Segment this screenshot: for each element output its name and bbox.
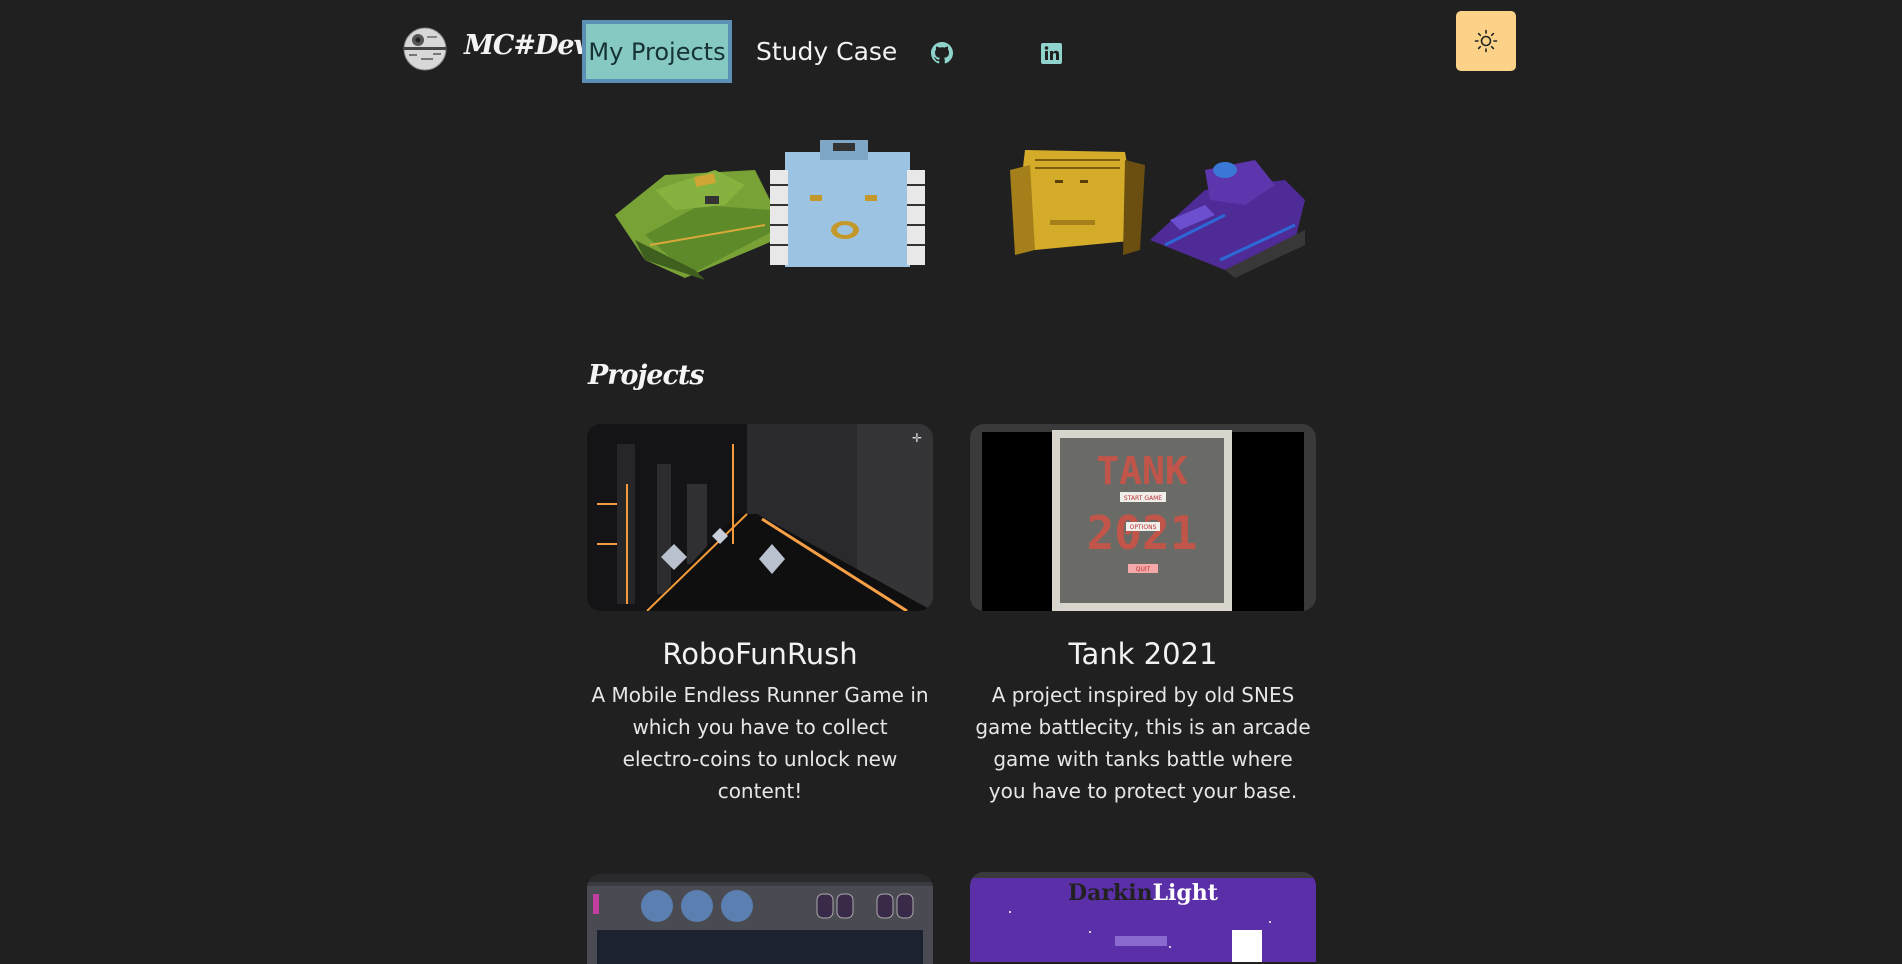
project-card-thumbnail-3[interactable] [587,874,933,964]
project-title[interactable]: RoboFunRush [587,637,933,671]
project-3-screenshot-image [587,874,933,964]
tank-year-text: 2021 [1087,506,1198,560]
theme-toggle-button[interactable] [1456,11,1516,71]
darkinlight-screenshot-image: DarkinLight [970,872,1316,962]
tank-title-text: TANK [1096,449,1188,493]
svg-text:DarkinLight: DarkinLight [1068,880,1219,906]
project-title[interactable]: Tank 2021 [970,637,1316,671]
robofunrush-screenshot-image: ✛ [587,424,933,611]
project-thumbnail[interactable]: TANK 2021 START GAME OPTIONS QUIT [970,424,1316,611]
darkin-text: Darkin [1068,880,1153,906]
green-tank-image [615,170,780,280]
purple-tank-image [1150,160,1305,278]
death-star-logo-icon[interactable] [403,27,447,71]
svg-text:✛: ✛ [912,431,922,445]
tank-2021-screenshot-image: TANK 2021 START GAME OPTIONS QUIT [970,424,1316,611]
blue-tank-image [770,140,925,267]
yellow-tank-image [1010,150,1145,255]
tank-options-text: OPTIONS [1130,524,1157,531]
nav-item-my-projects[interactable]: My Projects [582,20,732,83]
tank-start-text: START GAME [1124,495,1162,502]
projects-section-title: Projects [588,360,705,391]
sun-icon [1474,29,1498,53]
project-description: A project inspired by old SNES game batt… [975,683,1311,803]
light-text: Light [1153,880,1219,906]
hero-tanks-image [615,140,1305,280]
tank-quit-text: QUIT [1136,566,1151,573]
linkedin-icon[interactable] [1041,43,1062,64]
brand-name[interactable]: MC#Dev [464,30,589,61]
project-card-robofunrush[interactable]: ✛ RoboFunRush A Mobile Endless Runner Ga… [587,424,933,807]
top-navigation: MC#Dev My Projects Study Case [0,0,1902,100]
nav-item-study-case[interactable]: Study Case [756,37,897,66]
project-description: A Mobile Endless Runner Game in which yo… [591,683,929,803]
project-card-thumbnail-4[interactable]: DarkinLight [970,872,1316,962]
project-card-tank-2021[interactable]: TANK 2021 START GAME OPTIONS QUIT Tank 2… [970,424,1316,807]
project-thumbnail[interactable]: ✛ [587,424,933,611]
github-icon[interactable] [931,42,953,64]
